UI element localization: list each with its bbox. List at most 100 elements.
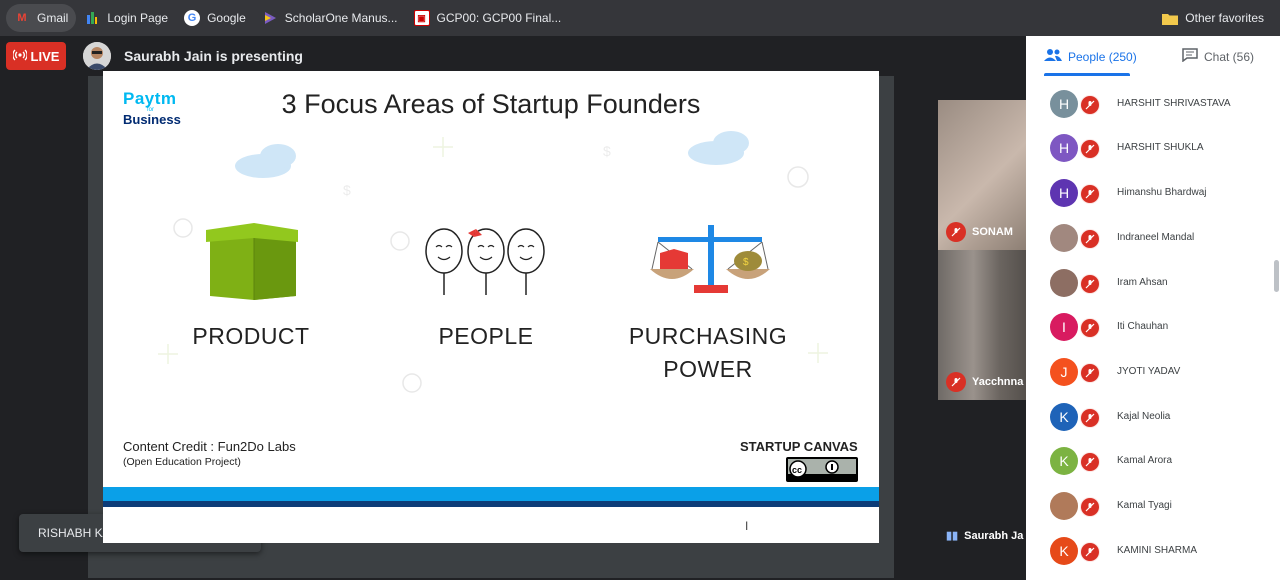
area-power-label: POWER bbox=[663, 356, 753, 382]
participant-row[interactable]: H HARSHIT SHUKLA bbox=[1026, 125, 1280, 169]
bookmark-scholarone[interactable]: ScholarOne Manus... bbox=[254, 4, 406, 32]
bookmark-gcp[interactable]: ▣ GCP00: GCP00 Final... bbox=[406, 4, 570, 32]
tab-people[interactable]: People (250) bbox=[1044, 48, 1137, 65]
participant-name: Himanshu Bhardwaj bbox=[1117, 187, 1207, 199]
participant-row[interactable]: K KAMINI SHARMA bbox=[1026, 528, 1280, 572]
bookmark-label: GCP00: GCP00 Final... bbox=[436, 11, 562, 25]
participant-avatar: J bbox=[1050, 357, 1078, 386]
svg-text:$: $ bbox=[603, 143, 611, 159]
mic-off-icon bbox=[1080, 273, 1100, 294]
tile-name: Yacchnna I bbox=[946, 372, 1026, 392]
svg-text:$: $ bbox=[743, 257, 749, 268]
text-cursor-icon: I bbox=[745, 519, 749, 533]
side-panel: HHARSH JAINHHARSHIT SHRIVASTAVAHHARSHIT … bbox=[1026, 36, 1280, 580]
live-badge: LIVE bbox=[6, 42, 66, 70]
other-favorites[interactable]: Other favorites bbox=[1154, 4, 1272, 32]
participant-row[interactable]: J JYOTI YADAV bbox=[1026, 349, 1280, 393]
participant-name: HARSHIT SHRIVASTAVA bbox=[1117, 97, 1231, 109]
bookmark-label: Gmail bbox=[37, 11, 69, 25]
folder-icon bbox=[1162, 10, 1179, 26]
bookmark-label: ScholarOne Manus... bbox=[284, 11, 398, 25]
participant-name: KAMINI SHARMA bbox=[1117, 544, 1198, 556]
login-page-icon bbox=[84, 10, 100, 26]
participant-row[interactable]: K Kamal Arora bbox=[1026, 438, 1280, 482]
mic-off-icon bbox=[1080, 139, 1100, 160]
participant-name: JYOTI YADAV bbox=[1117, 365, 1181, 377]
google-icon: G bbox=[184, 10, 201, 26]
tab-chat-label: Chat (56) bbox=[1204, 49, 1255, 64]
tile-name: SONAM bbox=[946, 222, 1013, 242]
gmail-icon: M bbox=[17, 12, 27, 24]
participant-name: Iram Ahsan bbox=[1117, 276, 1168, 288]
tab-active-indicator bbox=[1044, 73, 1130, 76]
participant-tile-sonam[interactable]: SONAM bbox=[938, 100, 1026, 250]
panel-scrollbar[interactable] bbox=[1274, 260, 1279, 292]
slide-footer-bar-dark bbox=[103, 501, 879, 507]
presenter-avatar bbox=[83, 42, 111, 70]
participant-name: HARSHIT SHUKLA bbox=[1117, 142, 1204, 154]
mic-off-icon bbox=[1080, 94, 1100, 115]
tab-people-label: People (250) bbox=[1068, 49, 1137, 64]
participant-avatar: K bbox=[1050, 536, 1078, 565]
participant-avatar: K bbox=[1050, 447, 1078, 476]
slide-footer-bar bbox=[103, 487, 879, 501]
content-credit: Content Credit : Fun2Do Labs bbox=[123, 439, 296, 454]
other-favorites-label: Other favorites bbox=[1185, 11, 1264, 25]
presentation-slide: Paytm for Business 3 Focus Areas of Star… bbox=[103, 71, 879, 543]
participant-row[interactable]: Indraneel Mandal bbox=[1026, 215, 1280, 259]
scale-illustration: $ bbox=[650, 225, 770, 293]
participant-name: Kajal Neolia bbox=[1117, 410, 1171, 422]
participant-tile-yacchnna[interactable]: Yacchnna I bbox=[938, 250, 1026, 400]
live-label: LIVE bbox=[30, 48, 60, 64]
mic-off-icon bbox=[1080, 541, 1100, 562]
mic-off-icon bbox=[1080, 497, 1100, 517]
mic-off-icon bbox=[1080, 228, 1100, 249]
participant-name: Iti Chauhan bbox=[1117, 321, 1169, 333]
speaking-icon: ▮▮ bbox=[946, 530, 959, 542]
gcp-icon: ▣ bbox=[413, 10, 430, 26]
bookmarks-bar: M Gmail Login Page G Google ScholarOne M… bbox=[0, 0, 1280, 36]
participant-avatar: H bbox=[1050, 134, 1078, 163]
participant-row[interactable]: I Iti Chauhan bbox=[1026, 304, 1280, 348]
participant-row[interactable]: H Himanshu Bhardwaj bbox=[1026, 170, 1280, 214]
participant-name: Indraneel Mandal bbox=[1117, 231, 1195, 243]
mic-off-icon bbox=[1080, 407, 1100, 428]
participant-row[interactable]: H HARSHIT SHRIVASTAVA bbox=[1026, 81, 1280, 125]
startup-canvas-label: STARTUP CANVAS bbox=[740, 439, 858, 454]
participant-name: Kamal Tyagi bbox=[1117, 500, 1172, 511]
bookmark-gmail[interactable]: M Gmail bbox=[6, 4, 77, 32]
participant-avatar: H bbox=[1050, 179, 1078, 208]
area-product-label: PRODUCT bbox=[192, 323, 310, 349]
tile-name: ▮▮ Saurabh Ja bbox=[946, 529, 1024, 543]
participant-avatar bbox=[1050, 268, 1078, 297]
mic-off-icon bbox=[1080, 362, 1100, 383]
bookmark-label: Google bbox=[207, 11, 246, 25]
mic-off-icon bbox=[1080, 452, 1100, 473]
participant-avatar: H bbox=[1050, 89, 1078, 118]
svg-text:cc: cc bbox=[792, 465, 802, 475]
participant-tile-saurabh[interactable]: ▮▮ Saurabh Ja bbox=[938, 400, 1026, 550]
mic-off-icon bbox=[1080, 184, 1100, 205]
mic-off-icon bbox=[946, 222, 966, 242]
content-credit-sub: (Open Education Project) bbox=[123, 456, 241, 468]
bookmark-label: Login Page bbox=[107, 11, 169, 25]
tab-chat[interactable]: Chat (56) bbox=[1182, 48, 1254, 65]
people-illustration bbox=[425, 228, 545, 295]
chat-icon bbox=[1182, 48, 1198, 65]
participant-row[interactable]: Kamal Tyagi bbox=[1026, 483, 1280, 527]
product-box-illustration bbox=[206, 223, 298, 300]
participant-avatar: I bbox=[1050, 313, 1078, 342]
scholarone-icon bbox=[262, 10, 278, 26]
presenter-status: Saurabh Jain is presenting bbox=[124, 48, 303, 64]
participant-avatar: K bbox=[1050, 402, 1078, 431]
people-icon bbox=[1044, 48, 1062, 65]
bookmark-login-page[interactable]: Login Page bbox=[76, 4, 176, 32]
panel-tabs: People (250) Chat (56) bbox=[1026, 36, 1280, 76]
participant-row[interactable]: K Kajal Neolia bbox=[1026, 394, 1280, 438]
cc-license-badge: cc bbox=[786, 457, 858, 482]
svg-text:$: $ bbox=[343, 182, 351, 198]
area-people-label: PEOPLE bbox=[438, 323, 534, 349]
participant-row[interactable]: Iram Ahsan bbox=[1026, 260, 1280, 304]
participant-avatar bbox=[1050, 492, 1078, 520]
bookmark-google[interactable]: G Google bbox=[176, 4, 254, 32]
